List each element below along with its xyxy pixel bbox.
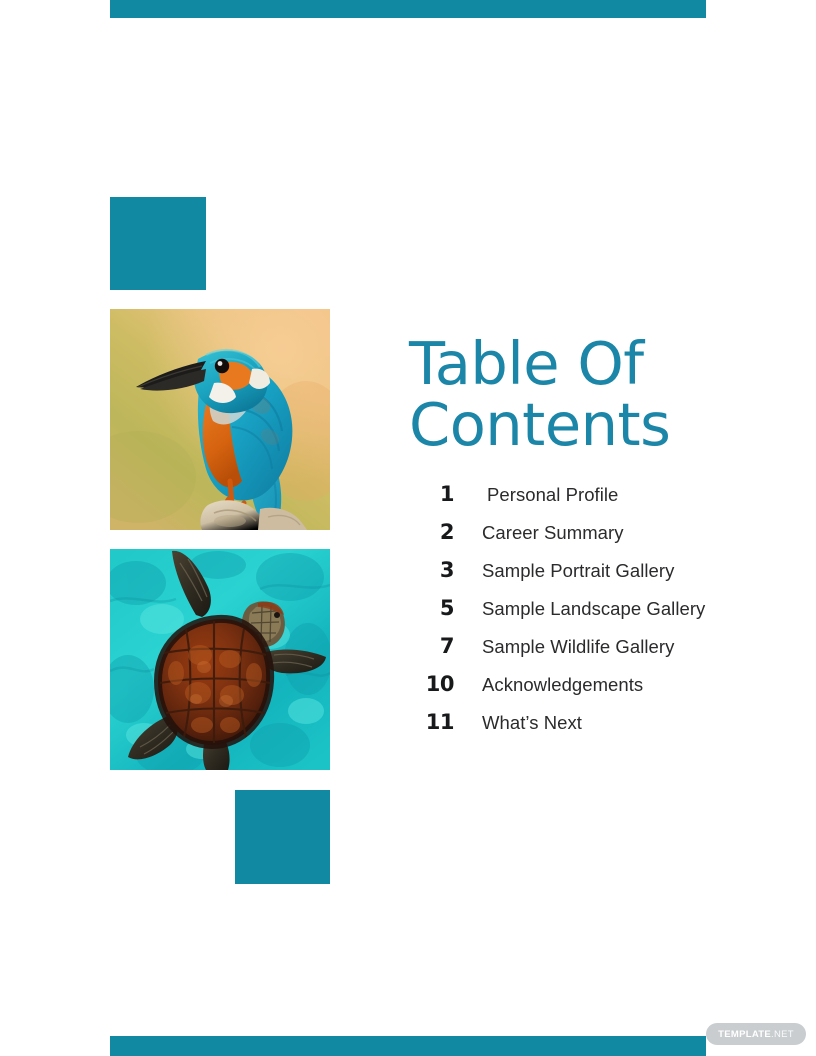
- toc-entry-label: Sample Landscape Gallery: [482, 598, 706, 619]
- toc-entry-number: 1: [439, 482, 455, 506]
- toc-entry-whats-next[interactable]: 11 What’s Next: [418, 710, 798, 748]
- toc-content-column: Table Of Contents 1 Personal Profile 2 C…: [409, 329, 809, 734]
- photo-sea-turtle: [110, 549, 330, 770]
- photo-kingfisher-bird: [110, 309, 330, 530]
- watermark-tld: .NET: [771, 1028, 794, 1040]
- toc-entry-label: Acknowledgements: [482, 674, 644, 695]
- toc-entry-number: 3: [439, 558, 455, 582]
- decorative-square-bottom: [235, 790, 330, 884]
- template-net-watermark: TEMPLATE .NET: [706, 1023, 806, 1045]
- toc-entry-sample-landscape-gallery[interactable]: 5 Sample Landscape Gallery: [418, 596, 798, 634]
- toc-entry-label: What’s Next: [482, 712, 582, 733]
- toc-entry-personal-profile[interactable]: 1 Personal Profile: [418, 482, 798, 520]
- toc-entry-number: 2: [439, 520, 455, 544]
- watermark-brand: TEMPLATE: [718, 1028, 772, 1040]
- toc-entry-label: Sample Wildlife Gallery: [482, 636, 675, 657]
- top-accent-bar: [110, 0, 706, 18]
- toc-entry-sample-portrait-gallery[interactable]: 3 Sample Portrait Gallery: [418, 558, 798, 596]
- toc-entry-label: Personal Profile: [487, 484, 619, 505]
- page-canvas: Table Of Contents 1 Personal Profile 2 C…: [0, 0, 816, 1056]
- kingfisher-illustration: [110, 309, 330, 530]
- decorative-square-top: [110, 197, 206, 290]
- toc-entry-number: 11: [425, 710, 455, 734]
- page-title: Table Of Contents: [409, 329, 671, 459]
- toc-list: 1 Personal Profile 2 Career Summary 3 Sa…: [418, 482, 798, 748]
- toc-entry-number: 5: [439, 596, 455, 620]
- toc-entry-acknowledgements[interactable]: 10 Acknowledgements: [418, 672, 798, 710]
- toc-entry-number: 10: [425, 672, 455, 696]
- bottom-accent-bar: [110, 1036, 706, 1056]
- toc-entry-label: Sample Portrait Gallery: [482, 560, 675, 581]
- toc-entry-career-summary[interactable]: 2 Career Summary: [418, 520, 798, 558]
- sea-turtle-illustration: [110, 549, 330, 770]
- toc-entry-label: Career Summary: [482, 522, 624, 543]
- toc-entry-number: 7: [439, 634, 455, 658]
- toc-entry-sample-wildlife-gallery[interactable]: 7 Sample Wildlife Gallery: [418, 634, 798, 672]
